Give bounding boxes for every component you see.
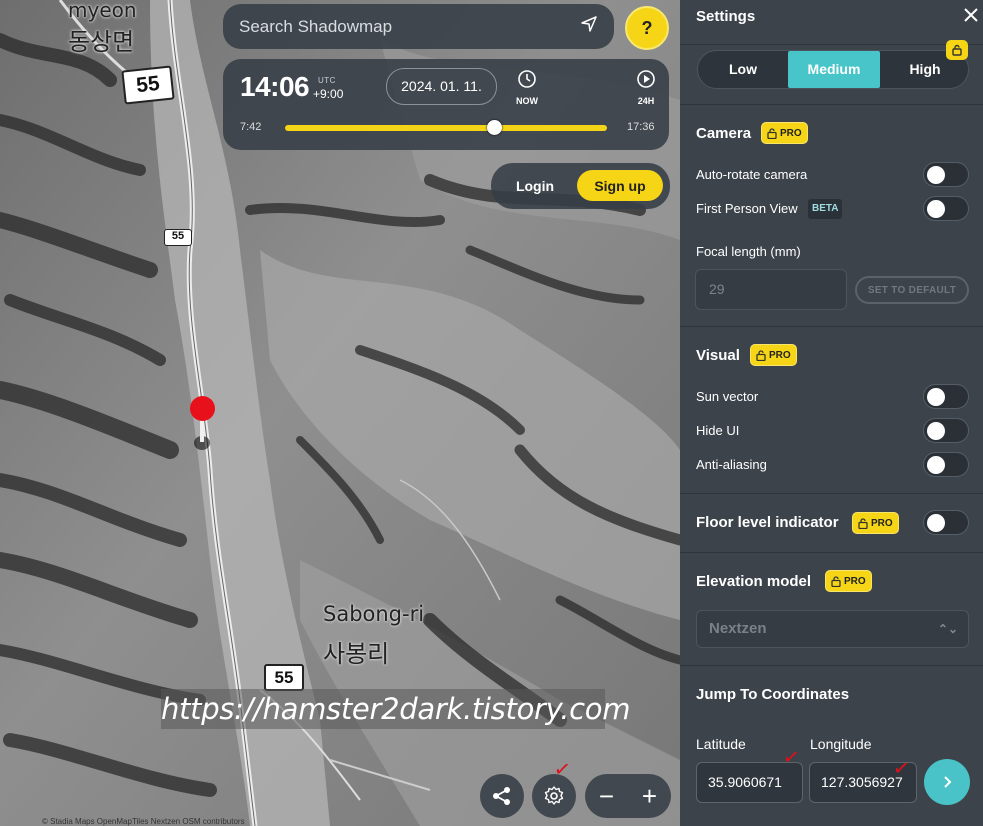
pro-label: PRO (780, 127, 802, 139)
close-button[interactable] (962, 6, 982, 26)
jump-heading: Jump To Coordinates (696, 686, 850, 703)
anti-aliasing-label: Anti-aliasing (696, 457, 767, 472)
floor-level-label: Floor level indicator (696, 514, 839, 531)
auto-rotate-label: Auto-rotate camera (696, 167, 808, 182)
settings-button[interactable] (532, 774, 576, 818)
plus-icon: + (641, 780, 658, 811)
quality-low[interactable]: Low (698, 51, 788, 88)
go-button[interactable] (924, 759, 970, 805)
hide-ui-toggle[interactable] (923, 418, 969, 443)
lock-icon (767, 127, 777, 139)
auth-panel: Login Sign up (491, 163, 670, 209)
longitude-label: Longitude (810, 736, 872, 752)
app-root: myeon 동상면 Sabong-ri 사봉리 55 55 55 https:/… (0, 0, 983, 826)
pro-label: PRO (769, 349, 791, 361)
settings-title: Settings (696, 8, 756, 25)
map-label-dongsang: 동상면 (68, 28, 135, 56)
zoom-control: − + (585, 774, 671, 818)
lock-icon (946, 40, 968, 60)
camera-heading: Camera (696, 125, 752, 142)
pro-badge: PRO (750, 344, 797, 366)
map-label-sabong-kr: 사봉리 (323, 640, 390, 668)
focal-length-label: Focal length (mm) (696, 244, 801, 259)
signup-button[interactable]: Sign up (577, 170, 663, 201)
search-input[interactable] (239, 16, 539, 37)
pro-badge: PRO (825, 570, 872, 592)
play-icon (637, 70, 655, 88)
time-panel: 14:06 UTC +9:00 2024. 01. 11. NOW 24H 7:… (223, 59, 669, 150)
annotation-checkmark: ✓ (891, 754, 912, 782)
h24-label: 24H (637, 96, 655, 106)
zoom-out-button[interactable]: − (585, 774, 628, 818)
first-person-label: First Person View (696, 201, 798, 216)
beta-badge: BETA (808, 199, 843, 219)
time-slider-track[interactable] (285, 125, 607, 131)
pro-label: PRO (871, 517, 893, 529)
clock-icon (518, 70, 536, 88)
set-default-button[interactable]: SET TO DEFAULT (855, 276, 969, 304)
pro-label: PRO (844, 575, 866, 587)
updown-chevron-icon: ⌃⌄ (937, 622, 958, 636)
location-pin[interactable] (189, 396, 217, 456)
play-24h-button[interactable]: 24H (629, 69, 663, 106)
utc-label: UTC (318, 76, 336, 85)
annotation-checkmark: ✓ (552, 755, 573, 783)
annotation-checkmark: ✓ (781, 743, 802, 771)
lock-icon (756, 349, 766, 361)
share-icon (493, 787, 510, 805)
pro-badge: PRO (761, 122, 808, 144)
elevation-heading: Elevation model (696, 573, 812, 590)
close-icon (964, 8, 978, 22)
auto-rotate-toggle[interactable] (923, 162, 969, 187)
sunrise-time: 7:42 (240, 121, 262, 133)
locate-arrow-icon[interactable] (580, 15, 598, 38)
gear-icon (544, 786, 564, 805)
pro-badge: PRO (852, 512, 899, 534)
share-button[interactable] (480, 774, 524, 818)
floor-level-toggle[interactable] (923, 510, 969, 535)
elevation-select[interactable]: Nextzen ⌃⌄ (696, 610, 969, 648)
settings-panel: Settings Low Medium High Camera PRO Auto… (680, 0, 983, 826)
now-label: NOW (516, 96, 538, 106)
sun-vector-toggle[interactable] (923, 384, 969, 409)
hide-ui-label: Hide UI (696, 423, 740, 438)
time-slider-thumb[interactable] (487, 120, 503, 135)
anti-aliasing-toggle[interactable] (923, 452, 969, 477)
login-button[interactable]: Login (505, 171, 565, 201)
map-label-myeon: myeon (68, 0, 137, 22)
timezone-offset: +9:00 (313, 87, 344, 101)
sun-vector-label: Sun vector (696, 389, 759, 404)
lock-icon (858, 517, 868, 529)
latitude-label: Latitude (696, 736, 746, 752)
watermark-text: https://hamster2dark.tistory.com (161, 689, 631, 729)
route-shield: 55 (164, 229, 192, 246)
clock-time[interactable]: 14:06 (240, 71, 310, 103)
quality-selector: Low Medium High (697, 50, 969, 89)
map-label-sabong-en: Sabong-ri (323, 602, 425, 626)
chevron-right-icon (944, 776, 952, 788)
minus-icon: − (598, 780, 615, 811)
elevation-value: Nextzen (709, 620, 767, 637)
lock-icon (831, 575, 841, 587)
quality-medium[interactable]: Medium (788, 51, 880, 88)
sunset-time: 17:36 (627, 121, 655, 133)
map-attribution[interactable]: © Stadia Maps OpenMapTiles Nextzen OSM c… (42, 817, 245, 826)
route-shield: 55 (264, 664, 304, 691)
help-button[interactable]: ? (625, 6, 669, 50)
route-shield: 55 (121, 65, 175, 105)
now-button[interactable]: NOW (510, 69, 544, 106)
search-bar[interactable] (223, 4, 614, 49)
focal-length-input[interactable]: 29 (695, 269, 847, 310)
date-picker[interactable]: 2024. 01. 11. (386, 68, 497, 105)
zoom-in-button[interactable]: + (628, 774, 671, 818)
visual-heading: Visual (696, 347, 740, 364)
first-person-toggle[interactable] (923, 196, 969, 221)
